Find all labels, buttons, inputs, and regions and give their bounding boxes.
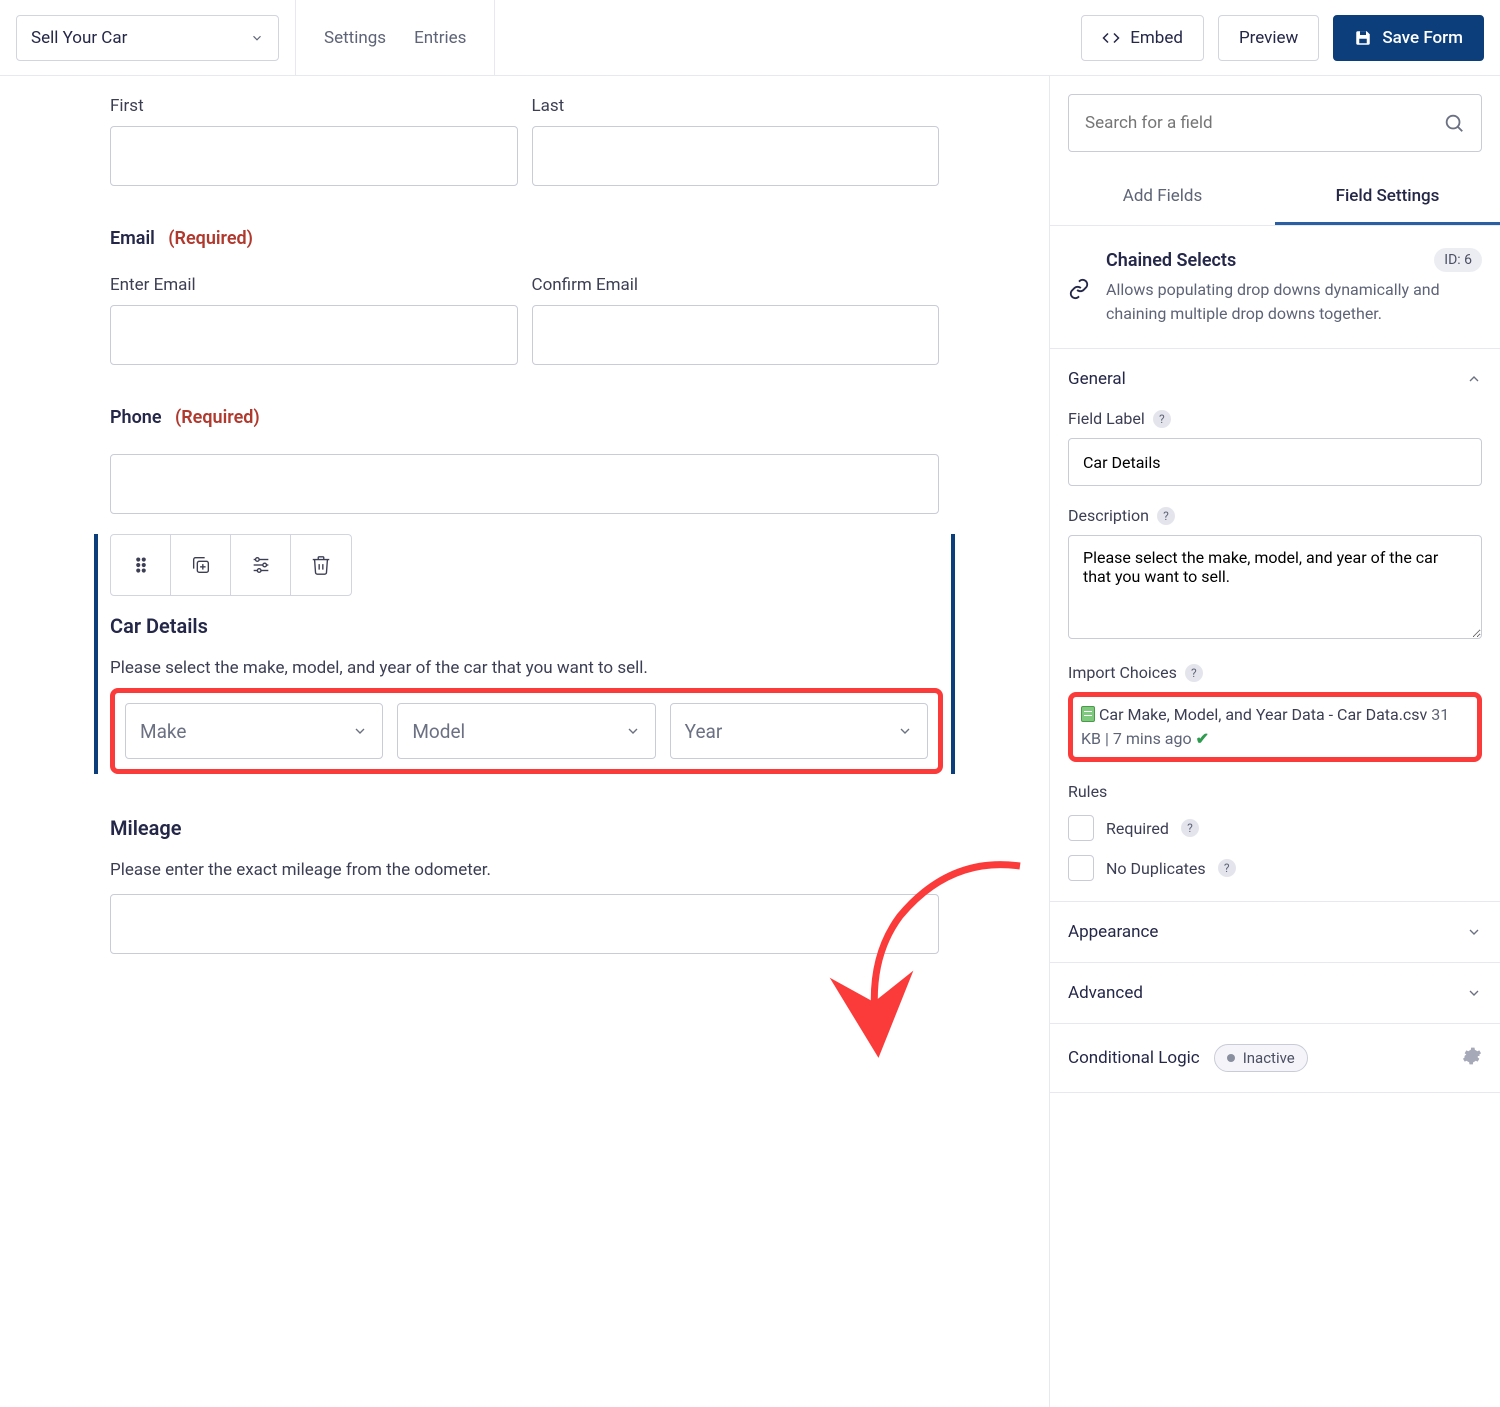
make-dropdown[interactable]: Make [125, 703, 383, 759]
mileage-helper: Please enter the exact mileage from the … [110, 860, 939, 880]
trash-icon [310, 554, 332, 576]
duplicate-icon [190, 554, 212, 576]
last-name-label: Last [532, 96, 940, 116]
accordion-appearance-title: Appearance [1068, 922, 1158, 942]
year-dropdown[interactable]: Year [670, 703, 928, 759]
import-file-highlight: Car Make, Model, and Year Data - Car Dat… [1068, 692, 1482, 762]
field-label-label: Field Label [1068, 409, 1145, 428]
gear-icon [1462, 1046, 1482, 1066]
check-icon: ✔ [1196, 729, 1209, 748]
confirm-email-input[interactable] [532, 305, 940, 365]
conditional-status-text: Inactive [1243, 1049, 1295, 1067]
first-name-label: First [110, 96, 518, 116]
rules-label: Rules [1068, 782, 1482, 801]
sliders-icon [250, 554, 272, 576]
csv-file-icon [1081, 706, 1095, 722]
field-label-input[interactable] [1068, 438, 1482, 486]
import-choices-label: Import Choices [1068, 663, 1177, 682]
mileage-title: Mileage [110, 816, 939, 840]
conditional-logic-title: Conditional Logic [1068, 1048, 1200, 1068]
last-name-input[interactable] [532, 126, 940, 186]
field-type-title: Chained Selects [1106, 250, 1236, 271]
drag-icon [130, 554, 152, 576]
code-icon [1102, 29, 1120, 47]
help-no-duplicates[interactable]: ? [1218, 859, 1236, 877]
email-required-tag: (Required) [168, 228, 253, 249]
help-required[interactable]: ? [1181, 819, 1199, 837]
car-details-title: Car Details [110, 614, 943, 638]
chain-link-icon [1068, 278, 1090, 300]
field-search[interactable] [1068, 94, 1482, 152]
embed-label: Embed [1130, 28, 1183, 48]
enter-email-input[interactable] [110, 305, 518, 365]
search-icon [1443, 112, 1465, 134]
phone-required-tag: (Required) [175, 407, 260, 428]
enter-email-label: Enter Email [110, 275, 518, 295]
help-import-choices[interactable]: ? [1185, 664, 1203, 682]
make-placeholder: Make [140, 720, 186, 743]
accordion-advanced-header[interactable]: Advanced [1050, 963, 1500, 1023]
nav-settings[interactable]: Settings [324, 28, 386, 48]
chevron-up-icon [1466, 371, 1482, 387]
form-selector-dropdown[interactable]: Sell Your Car [16, 15, 279, 61]
car-details-helper: Please select the make, model, and year … [110, 658, 943, 678]
tab-add-fields[interactable]: Add Fields [1050, 170, 1275, 225]
chevron-down-icon [1466, 985, 1482, 1001]
no-duplicates-checkbox[interactable] [1068, 855, 1094, 881]
field-id-badge: ID: 6 [1434, 248, 1482, 272]
chained-selects-highlight: Make Model Year [110, 688, 943, 774]
chevron-down-icon [1466, 924, 1482, 940]
import-file-time: 7 mins ago [1113, 729, 1192, 748]
chevron-down-icon [625, 723, 641, 739]
conditional-status-pill: Inactive [1214, 1044, 1308, 1072]
no-duplicates-label: No Duplicates [1106, 859, 1206, 878]
save-form-button[interactable]: Save Form [1333, 15, 1484, 61]
accordion-advanced-title: Advanced [1068, 983, 1143, 1003]
description-label: Description [1068, 506, 1149, 525]
delete-button[interactable] [291, 535, 351, 595]
field-search-input[interactable] [1085, 113, 1433, 133]
selected-field-wrapper: Car Details Please select the make, mode… [94, 534, 955, 774]
form-selector-label: Sell Your Car [31, 28, 127, 48]
year-placeholder: Year [685, 720, 723, 743]
help-field-label[interactable]: ? [1153, 410, 1171, 428]
phone-input[interactable] [110, 454, 939, 514]
model-placeholder: Model [412, 720, 465, 743]
description-textarea[interactable] [1068, 535, 1482, 639]
accordion-general-header[interactable]: General [1050, 349, 1500, 409]
confirm-email-label: Confirm Email [532, 275, 940, 295]
phone-label: Phone [110, 407, 162, 428]
email-label: Email [110, 228, 155, 249]
required-label: Required [1106, 819, 1169, 838]
help-description[interactable]: ? [1157, 507, 1175, 525]
mileage-input[interactable] [110, 894, 939, 954]
import-file-name: Car Make, Model, and Year Data - Car Dat… [1099, 705, 1427, 724]
drag-handle[interactable] [111, 535, 171, 595]
nav-entries[interactable]: Entries [414, 28, 466, 48]
save-icon [1354, 29, 1372, 47]
field-type-desc: Allows populating drop downs dynamically… [1106, 278, 1482, 326]
duplicate-button[interactable] [171, 535, 231, 595]
chevron-down-icon [250, 31, 264, 45]
preview-label: Preview [1239, 28, 1298, 48]
status-dot-icon [1227, 1054, 1235, 1062]
preview-button[interactable]: Preview [1218, 15, 1319, 61]
chevron-down-icon [897, 723, 913, 739]
required-checkbox[interactable] [1068, 815, 1094, 841]
model-dropdown[interactable]: Model [397, 703, 655, 759]
conditional-settings-button[interactable] [1462, 1046, 1482, 1070]
chevron-down-icon [352, 723, 368, 739]
accordion-general-title: General [1068, 369, 1126, 389]
settings-button[interactable] [231, 535, 291, 595]
first-name-input[interactable] [110, 126, 518, 186]
accordion-appearance-header[interactable]: Appearance [1050, 902, 1500, 962]
tab-field-settings[interactable]: Field Settings [1275, 170, 1500, 225]
embed-button[interactable]: Embed [1081, 15, 1204, 61]
save-label: Save Form [1382, 28, 1463, 48]
